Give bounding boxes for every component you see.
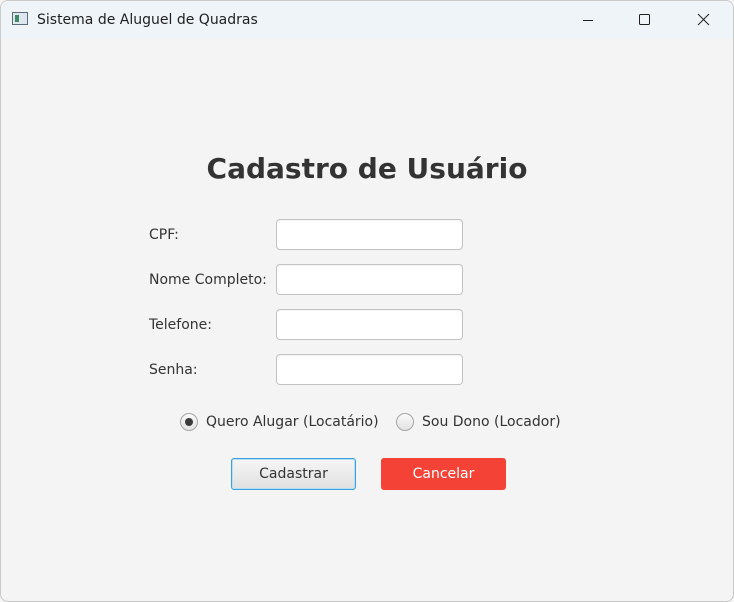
- cpf-label: CPF:: [149, 227, 179, 243]
- page-title: Cadastro de Usuário: [206, 152, 528, 185]
- minimize-icon: [583, 20, 593, 21]
- close-button[interactable]: [674, 1, 732, 39]
- radio-locador[interactable]: Sou Dono (Locador): [396, 411, 561, 433]
- window-title: Sistema de Aluguel de Quadras: [37, 12, 258, 28]
- telefone-input[interactable]: [276, 309, 463, 340]
- radio-checked-icon: [180, 413, 198, 431]
- senha-label: Senha:: [149, 362, 198, 378]
- radio-unchecked-icon: [396, 413, 414, 431]
- nome-completo-input[interactable]: [276, 264, 463, 295]
- minimize-button[interactable]: [559, 1, 617, 39]
- java-app-icon: [12, 12, 28, 25]
- title-bar[interactable]: Sistema de Aluguel de Quadras: [1, 1, 733, 39]
- radio-locador-label: Sou Dono (Locador): [422, 414, 561, 430]
- radio-locatario-label: Quero Alugar (Locatário): [206, 414, 379, 430]
- maximize-icon: [639, 14, 650, 25]
- senha-input[interactable]: [276, 354, 463, 385]
- cpf-input[interactable]: [276, 219, 463, 250]
- app-window: Sistema de Aluguel de Quadras Cadastro d…: [0, 0, 734, 602]
- nome-completo-label: Nome Completo:: [149, 272, 267, 288]
- cancelar-button[interactable]: Cancelar: [381, 458, 506, 490]
- close-icon: [697, 13, 710, 26]
- maximize-button[interactable]: [615, 1, 673, 39]
- telefone-label: Telefone:: [149, 317, 212, 333]
- cadastrar-button[interactable]: Cadastrar: [231, 458, 356, 490]
- radio-locatario[interactable]: Quero Alugar (Locatário): [180, 411, 379, 433]
